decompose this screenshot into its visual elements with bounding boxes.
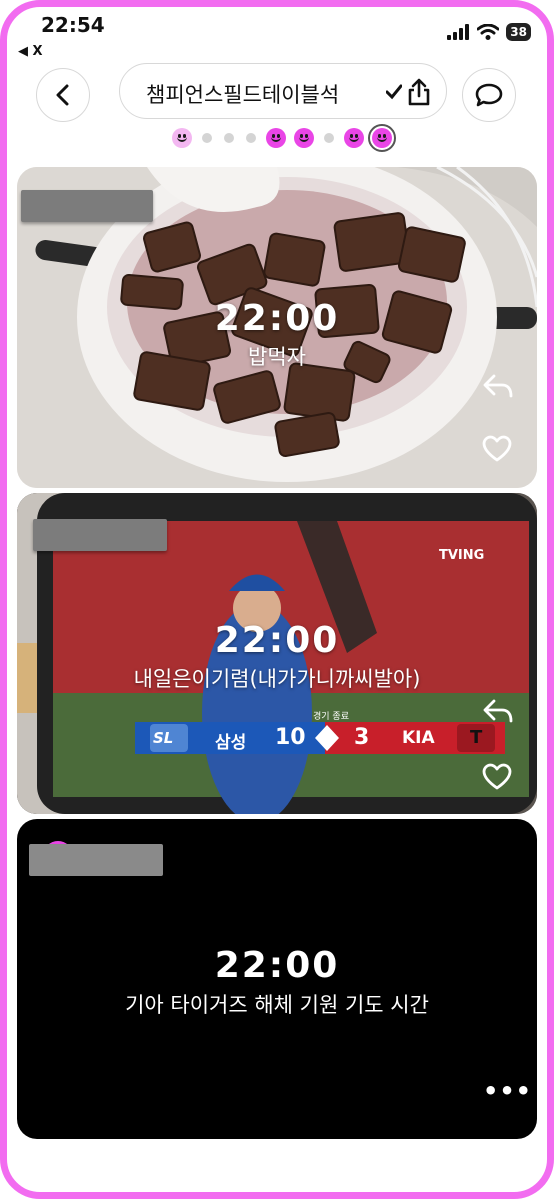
app-screen: 22:54 ◀ X 38 챔피언스필드테이블석 22:00 밥먹자 SL 삼성 … [7,7,547,1192]
back-to-app-link[interactable]: ◀ X [18,44,43,59]
post-card-3[interactable]: 22:00 기아 타이거즈 해체 기원 기도 시간 ••• [17,819,537,1139]
heart-icon[interactable] [482,763,512,791]
chevron-left-icon [56,84,69,106]
away-team-name: KIA [402,728,435,748]
card-caption: 내일은이기렴(내가가니까씨발아) [133,667,421,691]
status-time: 22:54 [41,13,105,37]
heart-icon[interactable] [482,435,512,463]
battery-icon: 38 [506,23,531,41]
page-dot[interactable] [224,133,234,143]
title-pill[interactable]: 챔피언스필드테이블석 [119,63,447,119]
redacted-username [21,190,153,222]
card-time: 22:00 [214,620,340,661]
page-dot[interactable] [246,133,256,143]
page-dot[interactable] [324,133,334,143]
card-time: 22:00 [214,298,340,339]
more-options-button[interactable]: ••• [483,1077,532,1105]
home-team-name: 삼성 [215,733,247,753]
smiley-dot[interactable] [344,128,364,148]
back-button[interactable] [36,68,90,122]
reply-icon[interactable] [482,372,514,400]
redacted-username [29,844,163,876]
card-caption: 기아 타이거즈 해체 기원 기도 시간 [125,993,429,1017]
away-team-score: 3 [354,725,370,750]
speech-bubble-icon [475,83,503,107]
card-caption: 밥먹자 [248,345,306,369]
chat-button[interactable] [462,68,516,122]
post-card-2[interactable]: SL 삼성 10 3 KIA T 경기 종료 TVING 22:00 내일은이기… [17,493,537,814]
redacted-username [33,519,167,551]
game-status-label: 경기 종료 [313,712,349,722]
page-dot[interactable] [202,133,212,143]
home-team-logo: SL [153,729,174,747]
share-icon[interactable] [407,78,431,106]
smiley-dot-active[interactable] [368,124,396,152]
away-team-logo: T [470,727,483,748]
home-team-score: 10 [275,725,306,750]
scoreboard: SL 삼성 10 3 KIA T [135,722,505,754]
post-card-1[interactable]: 22:00 밥먹자 [17,167,537,488]
page-indicator[interactable] [168,124,396,152]
smiley-dot[interactable] [172,128,192,148]
card-time: 22:00 [214,945,340,986]
page-title: 챔피언스필드테이블석 [146,83,340,107]
wifi-icon [477,24,500,40]
smiley-dot[interactable] [266,128,286,148]
smiley-dot[interactable] [294,128,314,148]
reply-icon[interactable] [482,697,514,725]
broadcaster-logo: TVING [439,548,485,563]
checkmark-icon [385,84,403,100]
signal-icon [447,24,470,40]
status-indicators: 38 [446,23,531,41]
